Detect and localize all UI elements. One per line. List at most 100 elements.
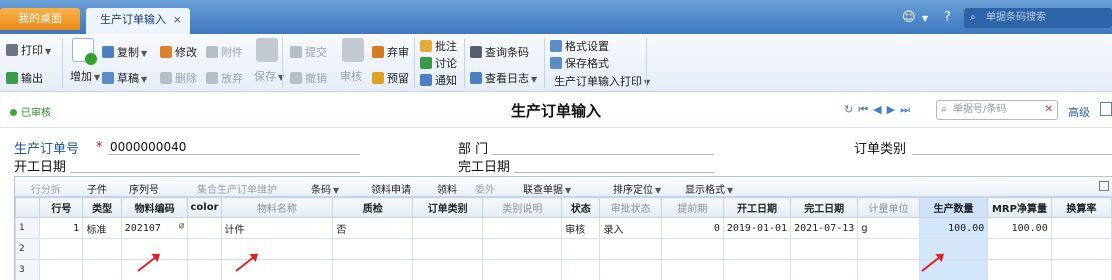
delete-button[interactable]: 删除 bbox=[160, 70, 197, 86]
paperclip-icon[interactable]: ⌀ bbox=[178, 221, 184, 232]
table-cell[interactable] bbox=[987, 259, 1052, 280]
table-cell[interactable] bbox=[332, 238, 414, 260]
export-button[interactable]: 输出 bbox=[6, 70, 43, 86]
grid-settings-icon[interactable] bbox=[1099, 181, 1109, 191]
close-icon[interactable]: × bbox=[173, 8, 182, 32]
table-cell[interactable]: 审核 bbox=[561, 217, 601, 239]
tab-production-order-input[interactable]: 生产订单输入 × bbox=[86, 8, 190, 34]
table-cell[interactable] bbox=[599, 238, 662, 260]
table-cell[interactable] bbox=[82, 238, 122, 260]
table-cell[interactable] bbox=[412, 238, 484, 260]
audit-button[interactable]: 审核 bbox=[340, 68, 362, 84]
draft-button[interactable]: 草稿 ▼ bbox=[102, 70, 147, 86]
panel-icon[interactable] bbox=[1100, 102, 1112, 116]
table-cell[interactable] bbox=[220, 238, 334, 260]
table-cell[interactable] bbox=[332, 259, 414, 280]
table-cell[interactable]: 否 bbox=[332, 217, 414, 239]
table-row[interactable]: 3 bbox=[14, 259, 1112, 280]
view-log-button[interactable]: 查看日志 ▼ bbox=[470, 70, 537, 86]
col-header[interactable]: 行号 bbox=[39, 197, 84, 218]
col-header[interactable]: 完工日期 bbox=[790, 197, 859, 218]
next-record-icon[interactable]: ▶ bbox=[887, 103, 900, 116]
serial-number-button[interactable]: 序列号 bbox=[129, 181, 159, 196]
table-cell[interactable]: g bbox=[857, 217, 920, 239]
clear-icon[interactable]: ✕ bbox=[1045, 101, 1053, 119]
refresh-icon[interactable]: ↻ bbox=[844, 103, 858, 116]
table-cell[interactable] bbox=[39, 238, 84, 260]
table-cell[interactable] bbox=[187, 217, 222, 239]
table-cell[interactable] bbox=[722, 238, 792, 260]
table-cell[interactable]: 0 bbox=[660, 217, 724, 239]
col-header[interactable]: 审批状态 bbox=[599, 197, 662, 218]
barcode-button[interactable]: 条码 ▼ bbox=[311, 181, 339, 196]
collective-order-button[interactable]: 集合生产订单维护 bbox=[197, 181, 277, 196]
department-field[interactable] bbox=[492, 154, 714, 155]
row-number-cell[interactable]: 3 bbox=[14, 259, 41, 280]
table-cell[interactable] bbox=[918, 238, 989, 260]
order-no-field[interactable]: 0000000040 bbox=[110, 140, 186, 154]
col-header[interactable]: 开工日期 bbox=[722, 197, 792, 218]
col-header[interactable]: color bbox=[187, 197, 222, 218]
attachment-button[interactable]: 附件 bbox=[206, 44, 243, 60]
order-type-field[interactable] bbox=[912, 154, 1112, 155]
first-record-icon[interactable]: ⏮ bbox=[858, 103, 873, 116]
table-cell[interactable]: 标准 bbox=[82, 217, 122, 239]
display-format-button[interactable]: 显示格式 ▼ bbox=[685, 181, 733, 196]
picking-button[interactable]: 领料 bbox=[437, 181, 457, 196]
row-number-cell[interactable]: 1 bbox=[14, 217, 41, 239]
table-cell[interactable]: 202107 ⌀ bbox=[120, 217, 189, 239]
child-parts-button[interactable]: 子件 bbox=[87, 181, 107, 196]
table-cell[interactable] bbox=[82, 259, 122, 280]
last-record-icon[interactable]: ⏭ bbox=[900, 103, 915, 116]
table-cell[interactable] bbox=[187, 259, 222, 280]
col-header[interactable]: 提前期 bbox=[660, 197, 724, 218]
table-cell[interactable] bbox=[1050, 238, 1112, 260]
save-button[interactable]: 保存▼ bbox=[254, 68, 284, 84]
row-number-cell[interactable]: 2 bbox=[14, 238, 41, 260]
table-cell[interactable] bbox=[790, 259, 859, 280]
finish-date-field[interactable] bbox=[514, 172, 714, 173]
abandon-audit-button[interactable]: 弃审 bbox=[372, 44, 409, 60]
table-cell[interactable] bbox=[790, 238, 859, 260]
col-header[interactable]: 质检 bbox=[332, 197, 414, 218]
table-cell[interactable] bbox=[599, 259, 662, 280]
split-row-button[interactable]: 行分拆 bbox=[31, 181, 61, 196]
linked-documents-button[interactable]: 联查单据 ▼ bbox=[523, 181, 571, 196]
col-header[interactable]: 类型 bbox=[82, 197, 122, 218]
table-row[interactable]: 2 bbox=[14, 238, 1112, 260]
col-header[interactable]: 换算率 bbox=[1050, 197, 1112, 218]
print-button[interactable]: 打印 ▼ bbox=[6, 42, 51, 58]
table-row[interactable]: 1 1 标准 202107 ⌀ 计件否审核 录入 0 2019-01-01 2021-07-13 g… bbox=[14, 217, 1112, 239]
table-cell[interactable]: 计件 bbox=[220, 217, 334, 239]
outsource-button[interactable]: 委外 bbox=[475, 181, 495, 196]
table-cell[interactable] bbox=[482, 238, 563, 260]
start-date-field[interactable] bbox=[70, 172, 360, 173]
table-cell[interactable]: 2019-01-01 bbox=[722, 217, 792, 239]
copy-button[interactable]: 复制 ▼ bbox=[102, 44, 147, 60]
print-template-select[interactable]: 生产订单输入打印 ▼ bbox=[554, 73, 650, 89]
discuss-button[interactable]: 讨论 bbox=[420, 55, 457, 71]
reserve-button[interactable]: 预留 bbox=[372, 70, 409, 86]
smiley-icon[interactable]: ☺ bbox=[902, 10, 916, 25]
chevron-down-icon[interactable]: ▼ bbox=[922, 14, 928, 23]
col-header[interactable]: 生产数量 bbox=[918, 197, 989, 218]
table-cell[interactable]: 2021-07-13 bbox=[790, 217, 859, 239]
table-cell[interactable] bbox=[561, 259, 601, 280]
table-cell[interactable] bbox=[412, 259, 484, 280]
save-format-button[interactable]: 保存格式 bbox=[550, 55, 609, 71]
add-button[interactable]: 增加 ▼ bbox=[70, 68, 100, 84]
advanced-link[interactable]: 高级 bbox=[1068, 104, 1090, 120]
table-cell[interactable] bbox=[561, 238, 601, 260]
revoke-button[interactable]: 撤销 bbox=[290, 70, 327, 86]
annotate-button[interactable]: 批注 bbox=[420, 38, 457, 54]
bill-search-input[interactable]: ⌕ 单据号/条码 ✕ bbox=[936, 100, 1058, 120]
tab-my-desktop[interactable]: 我的桌面 bbox=[0, 8, 80, 30]
edit-button[interactable]: 修改 bbox=[160, 44, 197, 60]
table-cell[interactable] bbox=[660, 259, 724, 280]
submit-button[interactable]: 提交 bbox=[290, 44, 327, 60]
col-header[interactable]: 类别说明 bbox=[482, 197, 563, 218]
format-settings-button[interactable]: 格式设置 bbox=[550, 38, 609, 54]
table-cell[interactable] bbox=[412, 217, 484, 239]
col-header[interactable]: 物料编码 bbox=[120, 197, 189, 218]
help-icon[interactable]: ? bbox=[944, 10, 951, 25]
